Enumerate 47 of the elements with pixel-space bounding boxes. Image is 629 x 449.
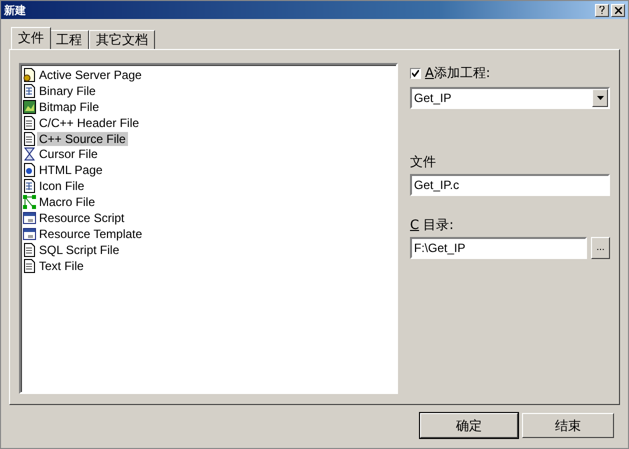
dropdown-arrow-icon <box>596 96 604 100</box>
gear-file-icon <box>23 68 36 82</box>
close-button[interactable] <box>611 4 625 16</box>
list-item[interactable]: Text File <box>37 258 86 273</box>
window-icon <box>23 226 36 241</box>
directory-field[interactable]: F:\Get_IP <box>410 237 587 259</box>
file-type-list[interactable]: Active Server Page Binary File Bitmap File C/C++ Header File C++ Source File Cursor File HTML Page Icon File Macro File Resource Script Resource Template SQL Script File Text File <box>19 63 398 394</box>
grid-file-icon <box>23 84 36 98</box>
document-icon <box>23 116 36 130</box>
document-icon <box>23 132 36 146</box>
tab[interactable]: 其它文档 <box>89 30 155 49</box>
browse-button[interactable]: ... <box>591 237 610 259</box>
list-item[interactable]: Binary File <box>37 84 98 98</box>
globe-file-icon <box>23 163 36 178</box>
checkbox[interactable] <box>410 68 421 78</box>
checkbox-label: A添加工程: <box>425 65 490 82</box>
tab[interactable]: 工程 <box>49 30 89 49</box>
grid-file-icon <box>23 179 36 194</box>
document-icon <box>23 242 36 257</box>
help-icon <box>599 6 605 14</box>
list-item[interactable]: Resource Script <box>37 210 126 225</box>
hourglass-icon <box>23 147 36 162</box>
check-icon <box>412 70 419 76</box>
field-label: 文件 <box>410 154 437 171</box>
nodes-icon <box>23 195 36 210</box>
list-item[interactable]: Active Server Page <box>37 68 144 82</box>
list-item[interactable]: Icon File <box>37 179 86 194</box>
help-button[interactable] <box>595 4 609 16</box>
list-item[interactable]: Cursor File <box>37 147 100 162</box>
image-file-icon <box>23 100 36 114</box>
project-dropdown[interactable]: Get_IP <box>410 87 610 109</box>
window-icon <box>23 210 36 225</box>
list-item[interactable]: Macro File <box>37 195 98 210</box>
list-item[interactable]: Resource Template <box>37 226 144 241</box>
list-item[interactable]: SQL Script File <box>37 242 122 257</box>
field-label: C 目录: <box>410 217 455 234</box>
file-name-field[interactable]: Get_IP.c <box>410 174 610 196</box>
document-icon <box>23 258 36 273</box>
tab[interactable]: 文件 <box>11 27 51 49</box>
dialog-button[interactable]: 结束 <box>522 413 614 438</box>
window-title: 新建 <box>4 2 26 18</box>
list-item[interactable]: Bitmap File <box>37 100 102 114</box>
list-item[interactable]: C++ Source File <box>37 132 128 146</box>
list-item[interactable]: HTML Page <box>37 163 105 178</box>
list-item[interactable]: C/C++ Header File <box>37 116 142 130</box>
dialog-button[interactable]: 确定 <box>420 413 518 438</box>
close-icon <box>614 6 622 14</box>
